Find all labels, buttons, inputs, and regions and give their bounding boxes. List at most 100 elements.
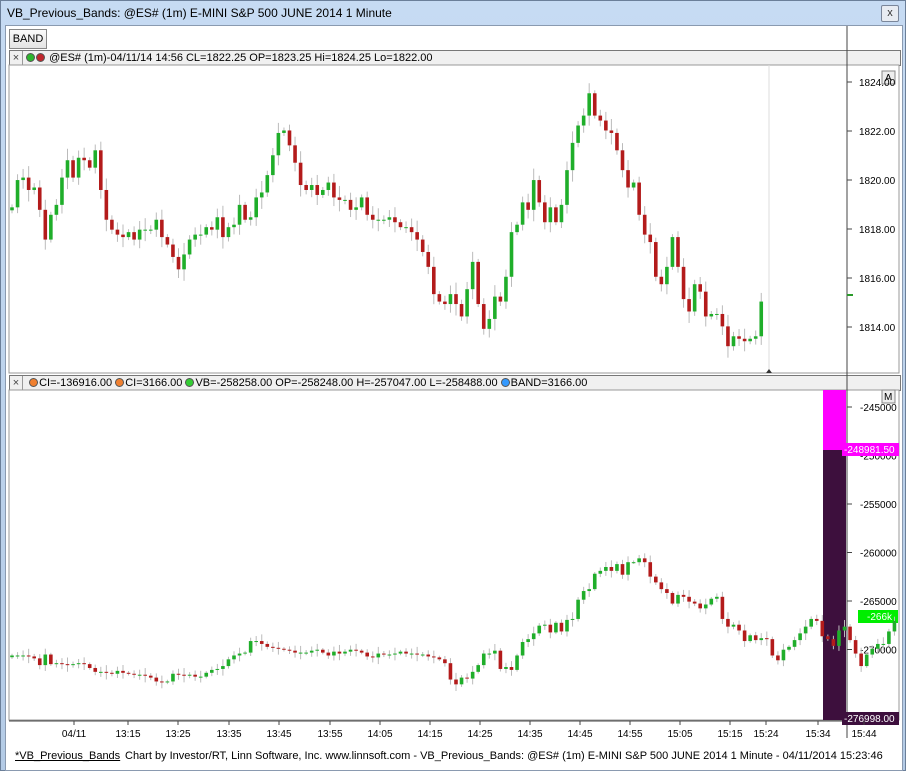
vb-candle: [470, 671, 475, 679]
vb-candle: [554, 622, 558, 633]
price-candle: [692, 284, 697, 312]
vb-candle: [493, 650, 497, 654]
price-candle: [548, 207, 553, 223]
vb-candle: [171, 673, 175, 682]
title-bar[interactable]: VB_Previous_Bands: @ES# (1m) E-MINI S&P …: [1, 1, 905, 25]
vb-candle: [176, 673, 181, 675]
vb-candle: [654, 576, 658, 583]
price-candle: [49, 214, 53, 240]
price-candle: [531, 180, 536, 210]
price-candle: [71, 160, 75, 178]
price-candle: [254, 197, 258, 218]
price-candle: [742, 338, 747, 342]
price-candle: [193, 234, 197, 240]
price-candle: [620, 150, 625, 171]
vb-candle: [443, 659, 447, 664]
vb-candle: [387, 654, 392, 656]
price-candle: [687, 299, 691, 312]
vb-candle: [726, 618, 730, 627]
price-candle: [137, 229, 142, 240]
vb-candle: [76, 663, 81, 665]
price-candle: [404, 227, 408, 229]
vb-candle: [720, 596, 725, 619]
price-candle: [670, 237, 675, 267]
price-candle: [454, 294, 458, 305]
vb-candle: [210, 669, 214, 673]
x-tick-label: 15:34: [805, 729, 830, 740]
x-tick-label: 13:35: [216, 729, 241, 740]
vb-candle: [853, 640, 858, 654]
price-candle: [504, 276, 508, 302]
band-top-badge-label: -248981.50: [844, 445, 895, 456]
vb-candle: [648, 562, 653, 577]
vb-candle: [870, 648, 875, 655]
vb-candle: [37, 658, 42, 666]
chart-canvas[interactable]: AM1824.001822.001820.001818.001816.00181…: [6, 26, 902, 770]
vb-candle: [87, 664, 92, 668]
price-candle: [343, 199, 347, 201]
price-candle: [420, 239, 425, 252]
vb-candle: [626, 562, 630, 575]
price-candle: [99, 150, 103, 190]
price-candle: [115, 229, 120, 235]
price-candle: [476, 261, 480, 305]
vb-candle: [326, 652, 331, 656]
vb-candle: [831, 639, 836, 646]
x-tick-label: 15:05: [667, 729, 692, 740]
price-candle: [337, 197, 342, 200]
price-candle: [293, 145, 297, 163]
chart-name-link[interactable]: *VB_Previous_Bands: [15, 748, 120, 764]
price-candle: [559, 204, 564, 223]
price-candle: [171, 244, 175, 257]
price-candle: [187, 239, 192, 255]
price-candle: [332, 182, 336, 198]
x-tick-label: 13:25: [165, 729, 190, 740]
price-candle: [659, 276, 664, 285]
vb-candle: [887, 631, 891, 644]
vb-candle: [43, 654, 48, 666]
vb-candle: [526, 639, 530, 643]
x-tick-label: 04/11: [62, 729, 87, 740]
vb-candle: [404, 651, 408, 654]
price-y-tick-label: 1816.00: [859, 274, 896, 285]
window-title: VB_Previous_Bands: @ES# (1m) E-MINI S&P …: [7, 6, 392, 20]
vb-candle: [753, 635, 758, 641]
vb-candle: [892, 620, 897, 632]
vb-candle: [165, 681, 170, 683]
price-candle: [731, 336, 736, 347]
x-tick-label: 13:55: [317, 729, 342, 740]
vb-candle: [781, 649, 786, 661]
vb-candle: [543, 624, 547, 626]
vb-candle: [132, 673, 136, 675]
vb-candle: [298, 652, 303, 654]
price-candle: [515, 224, 519, 233]
vb-candle: [198, 676, 203, 678]
price-candle: [676, 237, 680, 267]
price-candle: [587, 93, 591, 116]
price-candle: [93, 150, 98, 168]
close-button[interactable]: x: [881, 5, 899, 22]
vb-candle: [598, 570, 603, 574]
vb-candle: [592, 573, 597, 590]
price-candle: [210, 227, 214, 230]
price-candle: [654, 242, 658, 277]
vb-candle: [426, 654, 431, 657]
price-candle: [354, 207, 358, 210]
price-candle: [265, 175, 270, 193]
price-candle: [759, 301, 764, 337]
price-candle: [753, 336, 758, 339]
price-candle: [148, 229, 153, 231]
vb-candle: [881, 643, 886, 645]
vb-candle: [265, 643, 270, 647]
band-body-fill: [823, 450, 846, 720]
price-candle: [570, 142, 575, 171]
price-candle: [198, 234, 203, 236]
vb-candle: [187, 674, 192, 676]
status-text: Chart by Investor/RT, Linn Software, Inc…: [125, 750, 883, 762]
vb-candle: [332, 651, 336, 656]
vb-candle: [415, 653, 419, 655]
price-candle: [221, 217, 225, 238]
price-candle: [393, 217, 397, 223]
vb-candle: [670, 592, 675, 604]
price-candle: [282, 130, 286, 133]
